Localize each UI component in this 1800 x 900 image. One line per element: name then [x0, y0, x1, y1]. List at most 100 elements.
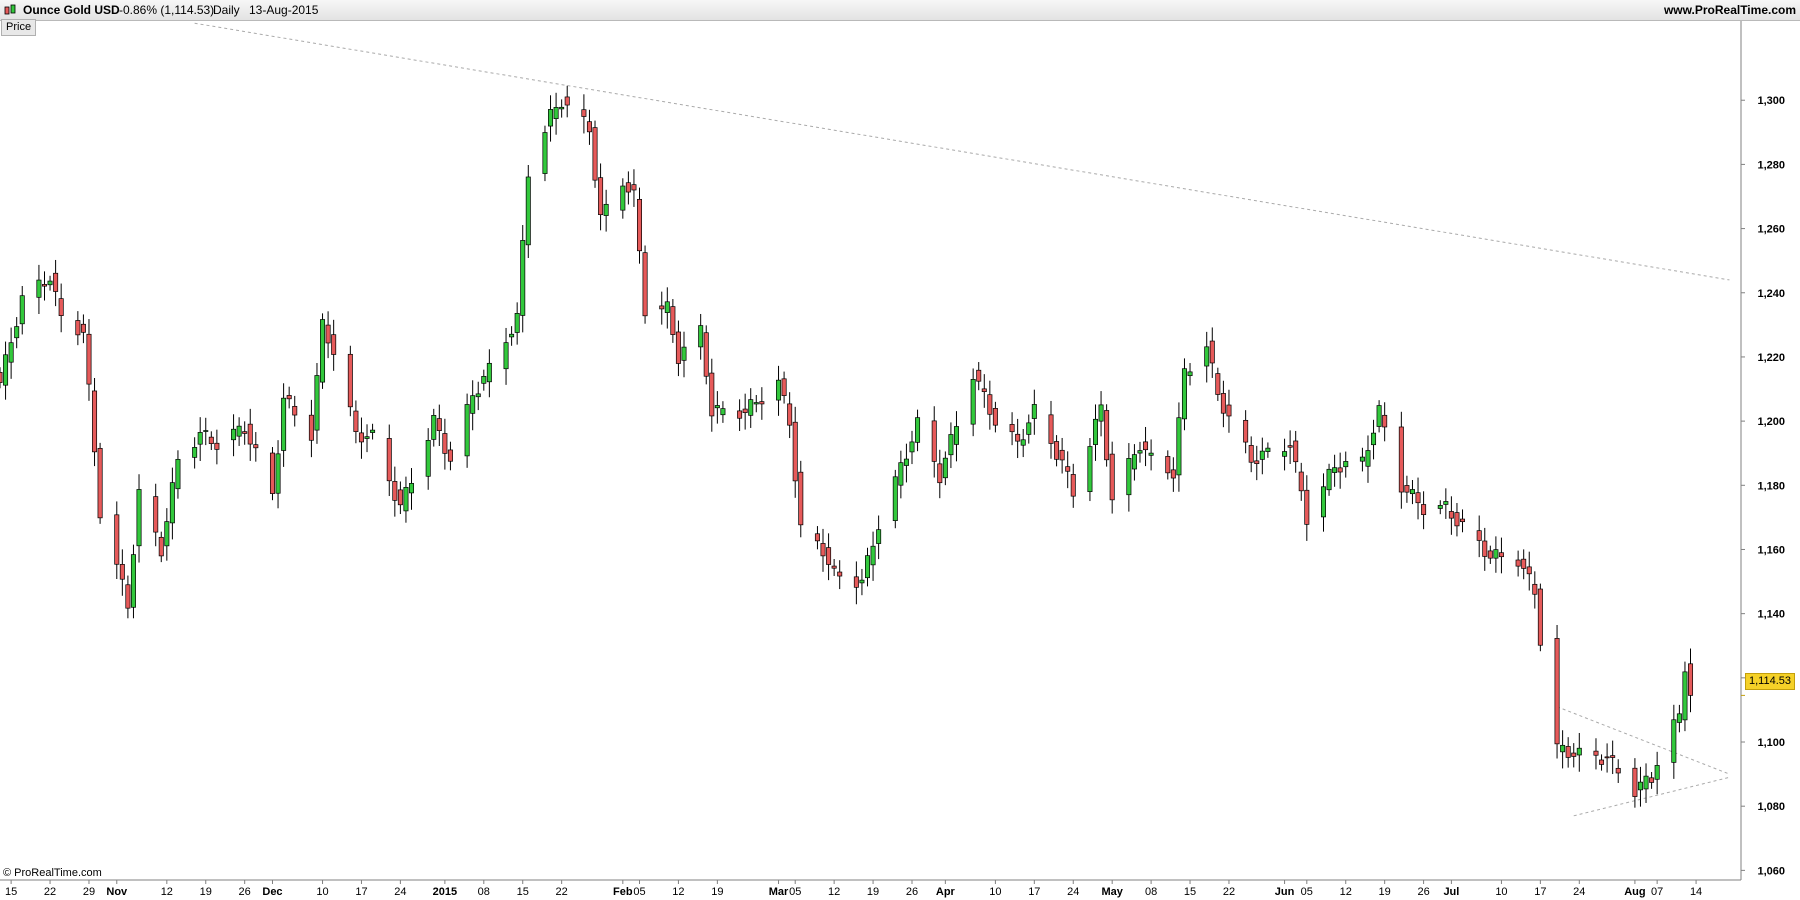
candle-up: [1654, 765, 1660, 780]
candle-down: [286, 395, 292, 400]
candle-up: [1026, 422, 1032, 435]
candle-up: [1265, 447, 1271, 452]
candle-up: [470, 395, 476, 414]
candle-down: [214, 442, 220, 450]
candle-down: [153, 496, 159, 533]
candle-up: [776, 379, 782, 401]
candle-up: [859, 579, 865, 584]
candlestick-series: [0, 85, 1694, 808]
y-tick-label: 1,240: [1757, 288, 1785, 300]
candle-down: [1015, 433, 1021, 442]
candle-down: [436, 418, 442, 431]
x-tick-label: Apr: [936, 886, 956, 898]
candle-down: [1476, 530, 1482, 541]
candle-down: [1287, 445, 1293, 448]
x-tick-label: 19: [200, 886, 212, 898]
candle-up: [559, 106, 565, 110]
y-tick-label: 1,280: [1757, 159, 1785, 171]
candle-down: [1337, 467, 1343, 473]
footer-credit: © ProRealTime.com: [3, 867, 102, 879]
x-tick-label: 12: [161, 886, 173, 898]
candle-down: [1048, 414, 1054, 444]
y-tick-label: 1,080: [1757, 801, 1785, 813]
candle-down: [158, 536, 164, 557]
chart-header: Ounce Gold USD -0.86% (1,114.53) Daily 1…: [0, 0, 1800, 21]
x-tick-label: 12: [1340, 886, 1352, 898]
candle-up: [915, 417, 921, 443]
candle-down: [358, 432, 364, 443]
candle-down: [269, 452, 275, 494]
candle-up: [14, 326, 20, 339]
candle-down: [1254, 460, 1260, 464]
candle-up: [953, 426, 959, 445]
x-tick-label: 17: [355, 886, 367, 898]
price-change: -0.86% (1,114.53): [119, 3, 215, 17]
candle-down: [397, 489, 403, 506]
candle-down: [247, 423, 253, 445]
candle-up: [203, 430, 209, 432]
candle-up: [1643, 775, 1649, 790]
y-tick-label: 1,180: [1757, 480, 1785, 492]
candle-up: [903, 458, 909, 466]
x-tick-label: 29: [83, 886, 95, 898]
candle-down: [0, 371, 3, 383]
candle-up: [1126, 458, 1132, 496]
x-tick-label: Jul: [1443, 886, 1459, 898]
candle-down: [759, 401, 765, 405]
x-tick-label: 17: [1534, 886, 1546, 898]
candle-down: [1304, 489, 1310, 525]
candle-up: [509, 333, 515, 338]
candle-down: [798, 471, 804, 526]
y-tick-label: 1,100: [1757, 737, 1785, 749]
candle-up: [192, 447, 198, 458]
y-tick-label: 1,140: [1757, 609, 1785, 621]
x-tick-label: Mar: [769, 886, 789, 898]
candle-down: [853, 576, 859, 588]
candle-down: [1515, 559, 1521, 567]
website-link[interactable]: www.ProRealTime.com: [1664, 3, 1796, 17]
candle-down: [709, 372, 715, 417]
candle-up: [520, 240, 526, 316]
candle-up: [236, 425, 242, 437]
candle-up: [870, 545, 876, 566]
candle-up: [553, 107, 559, 119]
candle-down: [831, 565, 837, 569]
candle-down: [703, 332, 709, 377]
candle-down: [1571, 752, 1577, 757]
x-tick-label: 15: [1184, 886, 1196, 898]
candle-down: [1243, 419, 1249, 443]
candle-up: [1576, 747, 1582, 756]
x-tick-label: Aug: [1624, 886, 1645, 898]
candle-up: [898, 462, 904, 486]
x-tick-label: 26: [239, 886, 251, 898]
candle-up: [1371, 432, 1377, 446]
candle-down: [1526, 566, 1532, 575]
candle-down: [814, 533, 820, 542]
candle-up: [1187, 371, 1193, 377]
candle-down: [820, 543, 826, 557]
candle-down: [659, 305, 665, 310]
candle-up: [1560, 744, 1566, 753]
candle-down: [670, 306, 676, 335]
candle-down: [442, 433, 448, 454]
x-tick-label: 24: [1573, 886, 1585, 898]
candle-down: [119, 564, 125, 580]
candle-up: [1409, 489, 1415, 495]
price-chart[interactable]: 1,0601,0801,1001,1201,1401,1601,1801,200…: [0, 0, 1800, 900]
candle-up: [1031, 404, 1037, 419]
candle-down: [386, 438, 392, 482]
candle-up: [1092, 418, 1098, 445]
trendline: [1556, 706, 1730, 775]
candle-up: [197, 432, 203, 445]
candle-up: [409, 483, 415, 494]
candle-up: [1437, 505, 1443, 509]
x-tick-label: 19: [1379, 886, 1391, 898]
candle-down: [1521, 558, 1527, 569]
trendline: [194, 22, 1730, 281]
price-panel-tab[interactable]: Price: [1, 19, 37, 36]
x-tick-label: Dec: [262, 886, 282, 898]
candle-up: [431, 415, 437, 440]
candle-down: [1165, 456, 1171, 474]
x-tick-label: 08: [1145, 886, 1157, 898]
candle-down: [837, 571, 843, 577]
